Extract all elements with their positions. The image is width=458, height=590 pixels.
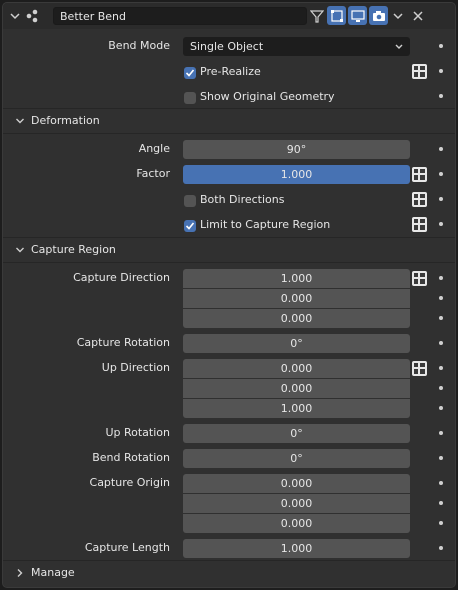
animate-property-dot[interactable] — [439, 94, 443, 98]
animate-property-dot[interactable] — [439, 406, 443, 410]
animate-property-dot[interactable] — [439, 481, 443, 485]
capture-region-title: Capture Region — [31, 243, 116, 256]
animate-property-dot[interactable] — [439, 172, 443, 176]
bend-rotation-field[interactable]: 0° — [183, 449, 410, 468]
up-direction-y-field[interactable]: 0.000 — [183, 379, 410, 398]
capture-rotation-label: Capture Rotation — [76, 336, 170, 349]
animate-property-dot[interactable] — [439, 69, 443, 73]
attribute-toggle-icon[interactable] — [410, 165, 429, 184]
limit-capture-region-checkbox[interactable] — [184, 220, 196, 232]
animate-property-dot[interactable] — [439, 197, 443, 201]
animate-property-dot[interactable] — [439, 341, 443, 345]
chevron-down-icon — [16, 247, 24, 253]
viewport-display-icon[interactable] — [348, 6, 367, 25]
animate-property-dot[interactable] — [439, 386, 443, 390]
modifier-name-input[interactable]: Better Bend — [53, 7, 307, 25]
pre-realize-label: Pre-Realize — [200, 65, 261, 78]
deformation-section-header[interactable]: Deformation — [3, 109, 455, 133]
up-rotation-label: Up Rotation — [105, 426, 170, 439]
angle-label: Angle — [138, 142, 170, 155]
show-original-geometry-checkbox[interactable] — [184, 92, 196, 104]
capture-region-section-header[interactable]: Capture Region — [3, 238, 455, 262]
factor-field[interactable]: 1.000 — [183, 165, 410, 184]
divider — [3, 262, 455, 263]
capture-origin-y-field[interactable]: 0.000 — [183, 494, 410, 513]
up-direction-x-field[interactable]: 0.000 — [183, 359, 410, 378]
animate-property-dot[interactable] — [439, 222, 443, 226]
capture-origin-z-field[interactable]: 0.000 — [183, 514, 410, 533]
up-direction-label: Up Direction — [101, 361, 170, 374]
animate-property-dot[interactable] — [439, 276, 443, 280]
chevron-down-icon — [16, 118, 24, 124]
attribute-toggle-icon[interactable] — [410, 190, 429, 209]
bend-rotation-label: Bend Rotation — [92, 451, 170, 464]
factor-label: Factor — [136, 167, 170, 180]
manage-section-header[interactable]: Manage — [3, 561, 455, 585]
capture-direction-x-field[interactable]: 1.000 — [183, 269, 410, 288]
capture-direction-y-field[interactable]: 0.000 — [183, 289, 410, 308]
node-tree-icon[interactable] — [307, 6, 326, 25]
capture-length-field[interactable]: 1.000 — [183, 539, 410, 558]
animate-property-dot[interactable] — [439, 521, 443, 525]
capture-direction-z-field[interactable]: 0.000 — [183, 309, 410, 328]
animate-property-dot[interactable] — [439, 147, 443, 151]
capture-origin-x-field[interactable]: 0.000 — [183, 474, 410, 493]
attribute-toggle-icon[interactable] — [410, 215, 429, 234]
divider — [3, 133, 455, 134]
animate-property-dot[interactable] — [439, 316, 443, 320]
animate-property-dot[interactable] — [439, 501, 443, 505]
capture-origin-label: Capture Origin — [89, 476, 170, 489]
capture-direction-label: Capture Direction — [73, 271, 170, 284]
animate-property-dot[interactable] — [439, 456, 443, 460]
capture-rotation-field[interactable]: 0° — [183, 334, 410, 353]
bend-mode-label: Bend Mode — [108, 39, 170, 52]
animate-property-dot[interactable] — [439, 366, 443, 370]
chevron-right-icon — [17, 569, 23, 577]
manage-title: Manage — [31, 566, 75, 579]
animate-property-dot[interactable] — [439, 546, 443, 550]
render-icon[interactable] — [369, 6, 388, 25]
animate-property-dot[interactable] — [439, 296, 443, 300]
chevron-down-icon[interactable] — [9, 10, 21, 22]
dropdown-icon[interactable] — [392, 10, 404, 22]
deformation-title: Deformation — [31, 114, 100, 127]
edit-mode-icon[interactable] — [327, 6, 346, 25]
angle-field[interactable]: 90° — [183, 140, 410, 159]
up-direction-z-field[interactable]: 1.000 — [183, 399, 410, 418]
bend-mode-dropdown[interactable]: Single Object — [183, 37, 410, 56]
modifier-panel: Better Bend Bend Mode Single Object Pre-… — [2, 2, 456, 588]
bend-mode-value: Single Object — [190, 40, 264, 53]
pre-realize-checkbox[interactable] — [184, 67, 196, 79]
attribute-toggle-icon[interactable] — [410, 359, 429, 378]
animate-property-dot[interactable] — [439, 44, 443, 48]
capture-length-label: Capture Length — [84, 541, 170, 554]
limit-capture-region-label: Limit to Capture Region — [200, 218, 331, 231]
attribute-toggle-icon[interactable] — [410, 62, 429, 81]
geometry-nodes-icon — [26, 9, 38, 23]
animate-property-dot[interactable] — [439, 431, 443, 435]
both-directions-checkbox[interactable] — [184, 195, 196, 207]
close-icon[interactable] — [412, 10, 424, 22]
up-rotation-field[interactable]: 0° — [183, 424, 410, 443]
attribute-toggle-icon[interactable] — [410, 269, 429, 288]
show-original-geometry-label: Show Original Geometry — [200, 90, 335, 103]
chevron-down-icon — [395, 44, 403, 49]
both-directions-label: Both Directions — [200, 193, 285, 206]
